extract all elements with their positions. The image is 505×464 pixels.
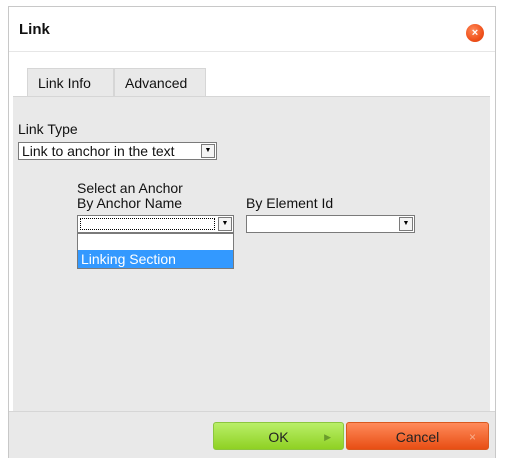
select-anchor-label: Select an Anchor <box>77 180 183 196</box>
dropdown-arrow-icon[interactable]: ▼ <box>201 144 215 158</box>
ok-button[interactable]: OK ▶ <box>213 422 344 450</box>
by-anchor-name-label: By Anchor Name <box>77 195 183 211</box>
tab-panel-link-info: Link Type Link to anchor in the text ▼ S… <box>13 96 490 419</box>
ok-arrow-icon: ▶ <box>324 432 331 442</box>
dialog-body: Link Info Advanced Link Type Link to anc… <box>13 68 490 419</box>
anchor-option-linking-section[interactable]: Linking Section <box>78 250 233 268</box>
dialog-title: Link <box>19 21 50 38</box>
link-type-value: Link to anchor in the text <box>22 143 175 159</box>
tab-advanced[interactable]: Advanced <box>114 68 206 96</box>
element-id-select[interactable]: ▼ <box>246 215 415 233</box>
dialog-footer: OK ▶ Cancel × <box>9 411 495 458</box>
link-dialog: Link × Link Info Advanced Link Type Link… <box>8 6 496 458</box>
dropdown-arrow-icon[interactable]: ▼ <box>218 217 232 231</box>
cancel-x-icon: × <box>468 430 476 444</box>
dialog-titlebar[interactable]: Link × <box>9 7 495 52</box>
cancel-button-label: Cancel <box>395 429 440 445</box>
focus-ring <box>80 218 215 230</box>
tab-link-info[interactable]: Link Info <box>27 68 114 96</box>
anchor-dropdown-list: Linking Section <box>77 233 234 269</box>
anchor-name-select[interactable]: ▼ <box>77 215 234 233</box>
close-icon[interactable]: × <box>466 24 484 42</box>
dropdown-arrow-icon[interactable]: ▼ <box>399 217 413 231</box>
link-type-label: Link Type <box>18 121 78 137</box>
link-type-select[interactable]: Link to anchor in the text ▼ <box>18 142 217 160</box>
anchor-option-empty[interactable] <box>78 234 233 250</box>
by-element-id-label: By Element Id <box>246 195 334 211</box>
cancel-button[interactable]: Cancel × <box>346 422 489 450</box>
